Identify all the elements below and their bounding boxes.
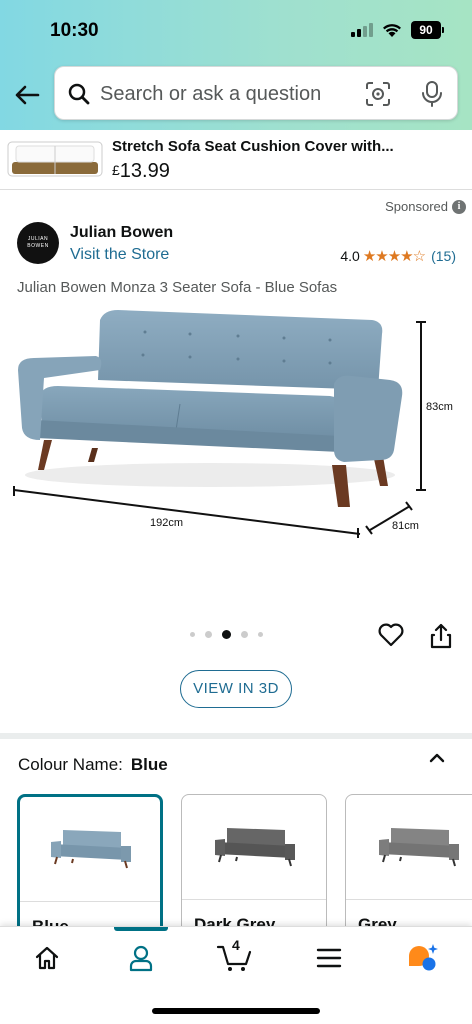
colour-swatches: Blue Dark Grey Grey (0, 792, 472, 926)
rufus-assistant-icon (409, 944, 438, 971)
colour-name-label: Colour Name: Blue (18, 755, 168, 774)
sponsored-label[interactable]: Sponsored i (385, 199, 466, 214)
heart-icon (378, 623, 404, 647)
arrow-left-icon (15, 85, 40, 105)
active-tab-indicator (114, 927, 168, 931)
sponsored-product-title[interactable]: Stretch Sofa Seat Cushion Cover with... (112, 138, 394, 155)
wifi-icon (383, 23, 401, 37)
swatch-image (182, 795, 326, 899)
wishlist-button[interactable] (377, 622, 405, 653)
microphone-icon[interactable] (421, 80, 443, 108)
search-icon (68, 83, 90, 105)
height-label: 83cm (426, 401, 453, 413)
cellular-signal-icon (351, 23, 373, 37)
battery-level: 90 (411, 21, 441, 39)
swatch-image (346, 795, 472, 899)
home-indicator (152, 1008, 320, 1014)
share-button[interactable] (428, 622, 454, 655)
selected-colour: Blue (130, 755, 168, 774)
product-image[interactable]: 83cm 192cm 81cm (0, 300, 472, 600)
hamburger-menu-icon (316, 948, 342, 968)
info-icon: i (452, 199, 466, 214)
cart-count-badge: 4 (232, 937, 240, 953)
swatch-label: Grey (358, 915, 397, 926)
width-label: 192cm (150, 517, 183, 529)
tab-home[interactable] (27, 941, 67, 975)
image-carousel-dots[interactable] (190, 630, 263, 639)
tab-cart[interactable]: 4 (214, 937, 254, 975)
home-icon (35, 946, 59, 970)
product-title: Julian Bowen Monza 3 Seater Sofa - Blue … (17, 279, 338, 296)
colour-swatch-grey[interactable]: Grey (345, 794, 472, 926)
status-time: 10:30 (50, 20, 99, 41)
sponsored-product-banner[interactable]: Stretch Sofa Seat Cushion Cover with... … (0, 130, 472, 190)
visit-store-link[interactable]: Visit the Store (70, 246, 169, 264)
camera-lens-icon[interactable] (365, 81, 391, 107)
star-rating-icon: ★★★★☆ (362, 248, 426, 265)
tab-rufus-assistant[interactable] (402, 941, 442, 975)
colour-swatch-dark-grey[interactable]: Dark Grey (181, 794, 327, 926)
swatch-label: Dark Grey (194, 915, 276, 926)
search-input[interactable]: Search or ask a question (54, 66, 458, 120)
tab-menu[interactable] (309, 941, 349, 975)
colour-swatch-blue[interactable]: Blue (17, 794, 163, 926)
rating-count[interactable]: (15) (431, 248, 456, 264)
depth-label: 81cm (392, 520, 419, 532)
swatch-label: Blue (32, 917, 69, 926)
status-icons: 90 (351, 21, 444, 39)
brand-logo[interactable]: JULIAN BOWEN (17, 222, 59, 264)
tab-account[interactable] (121, 941, 161, 975)
sponsored-product-image (7, 141, 103, 177)
rating-summary[interactable]: 4.0 ★★★★☆ (15) (340, 247, 456, 265)
sponsored-product-price: £13.99 (112, 160, 170, 182)
view-in-3d-button[interactable]: VIEW IN 3D (180, 670, 292, 708)
search-placeholder: Search or ask a question (100, 83, 322, 105)
section-divider (0, 733, 472, 739)
swatch-image (20, 797, 160, 901)
brand-name: Julian Bowen (70, 224, 174, 241)
battery-icon: 90 (411, 21, 444, 39)
chevron-up-icon[interactable] (427, 748, 447, 768)
back-button[interactable] (12, 80, 42, 110)
rating-value: 4.0 (340, 248, 360, 264)
user-icon (129, 945, 153, 972)
header: 10:30 90 Search or ask a question (0, 0, 472, 130)
share-icon (430, 623, 452, 649)
